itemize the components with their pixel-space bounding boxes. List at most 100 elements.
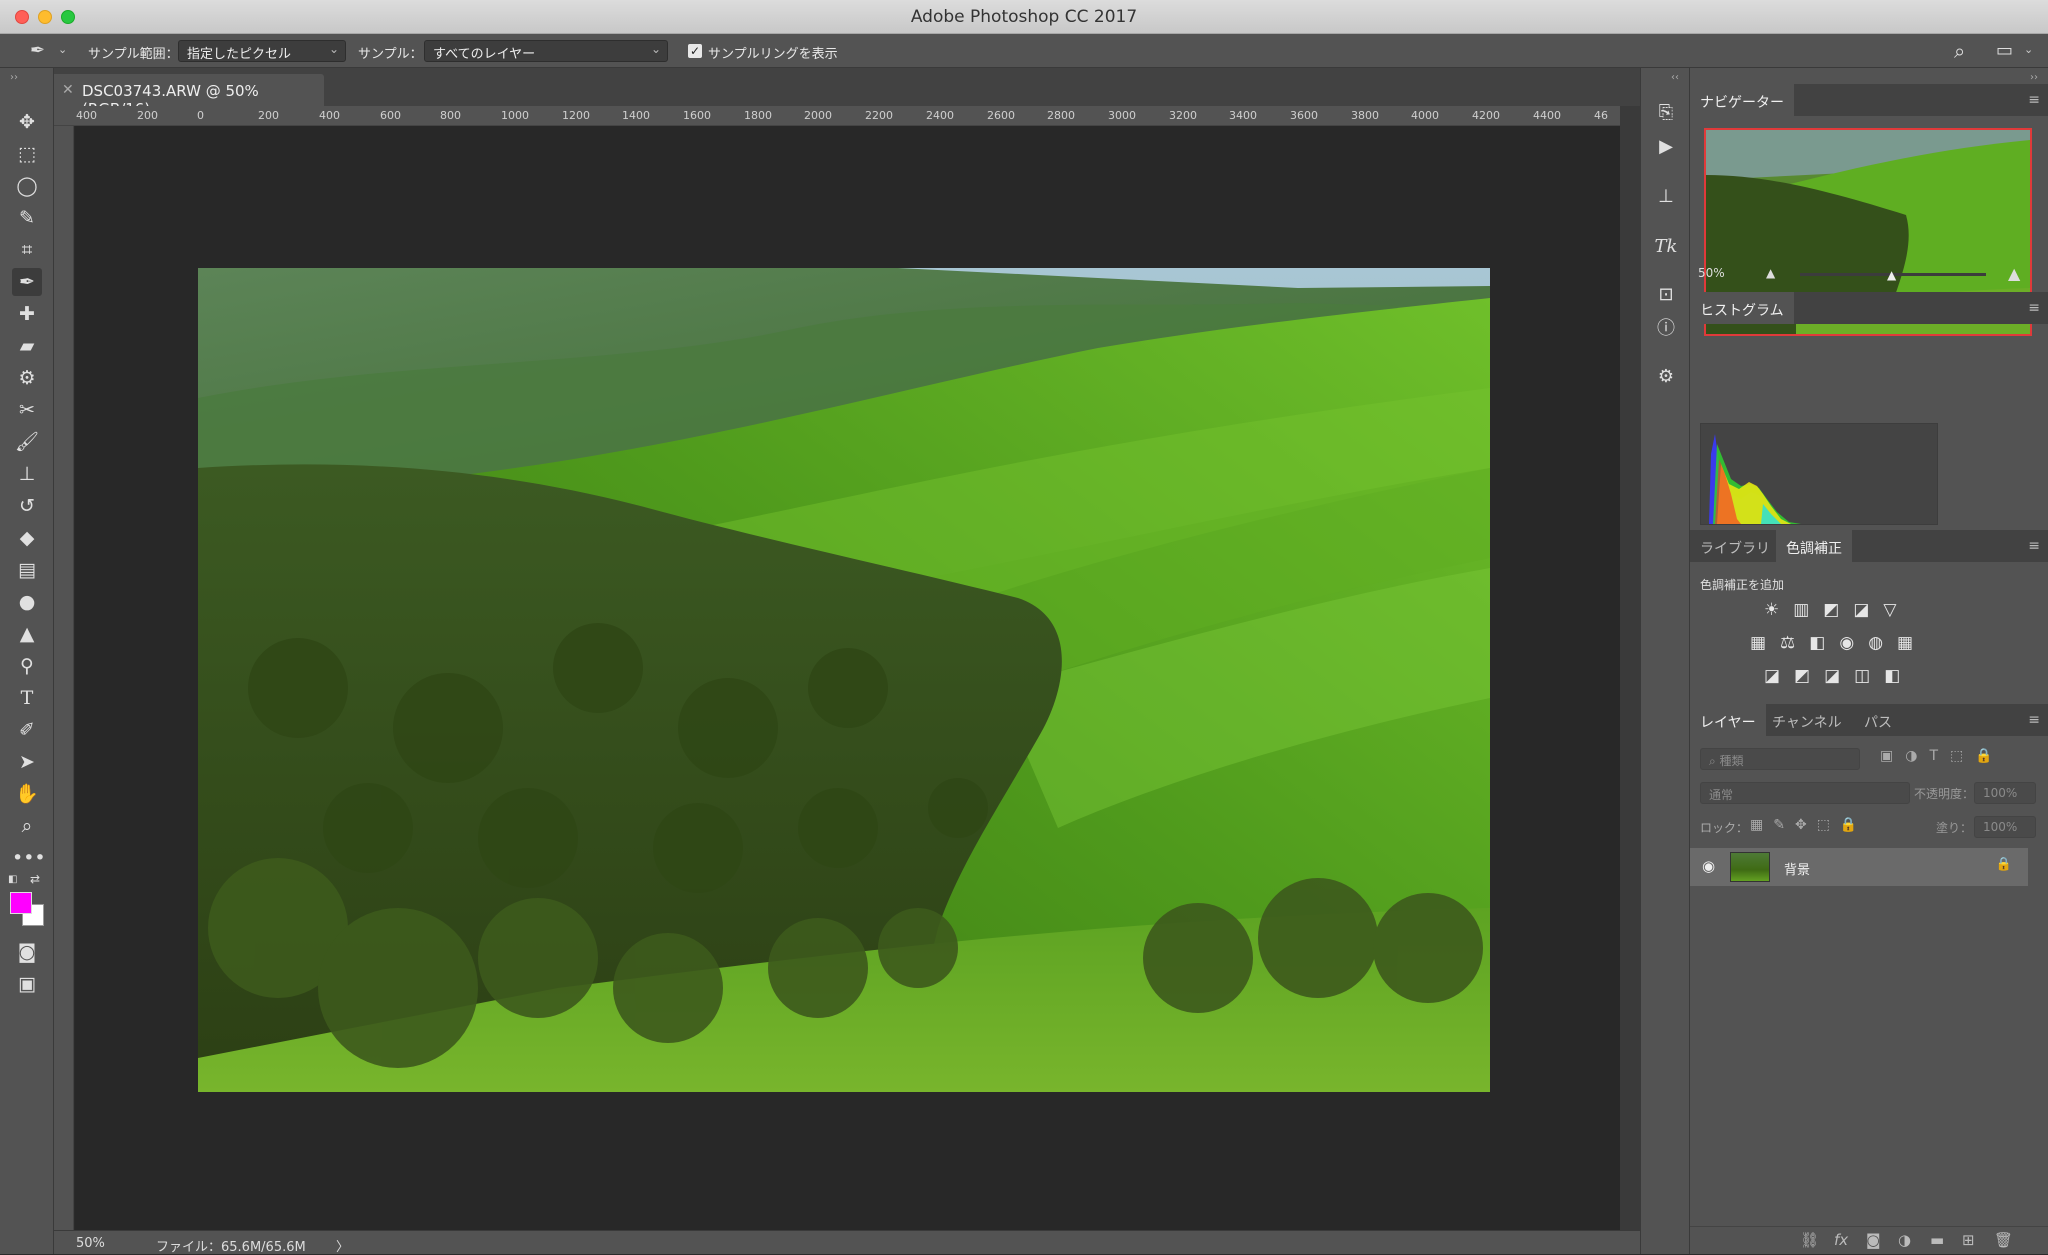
gradient-tool-icon[interactable]: ▤: [12, 556, 42, 584]
zoom-slider-handle[interactable]: ▲: [1887, 268, 1896, 282]
tab-library[interactable]: ライブラリ: [1690, 530, 1780, 562]
blur-tool-icon[interactable]: ●: [12, 588, 42, 616]
fill-input[interactable]: 100%: [1974, 816, 2036, 838]
blend-mode-select[interactable]: 通常: [1700, 782, 1910, 804]
navigator-zoom-value[interactable]: 50%: [1698, 266, 1725, 280]
actions-panel-icon[interactable]: ▶: [1653, 134, 1679, 160]
sample-select[interactable]: すべてのレイヤー ⌄: [424, 40, 668, 62]
path-selection-tool-icon[interactable]: ➤: [12, 748, 42, 776]
vertical-scrollbar[interactable]: [1620, 106, 1640, 1230]
type-tool-icon[interactable]: T: [12, 684, 42, 712]
sample-size-select[interactable]: 指定したピクセル ⌄: [178, 40, 346, 62]
info-panel-icon[interactable]: ⓘ: [1653, 316, 1679, 342]
healing-brush-tool-icon[interactable]: ✚: [12, 300, 42, 328]
lasso-tool-icon[interactable]: ◯: [12, 172, 42, 200]
hand-tool-icon[interactable]: ✋: [12, 780, 42, 808]
move-tool-icon[interactable]: ✥: [12, 108, 42, 136]
trash-icon[interactable]: 🗑: [1994, 1231, 2013, 1249]
panel-menu-icon[interactable]: ≡: [2028, 712, 2040, 728]
lock-options-icons[interactable]: ▦✎✥⬚🔒: [1750, 817, 1867, 833]
clone-stamp-tool-icon[interactable]: ⊥: [12, 460, 42, 488]
patch-tool-icon[interactable]: ⚙: [12, 364, 42, 392]
ruler-tick-label: 200: [137, 109, 158, 122]
eye-icon[interactable]: ◉: [1702, 857, 1715, 875]
link-layers-icon[interactable]: ⛓: [1800, 1231, 1819, 1249]
close-icon[interactable]: ✕: [62, 82, 74, 98]
layer-filter-select[interactable]: ⌕ 種類: [1700, 748, 1860, 770]
crop-tool-icon[interactable]: ⌗: [12, 236, 42, 264]
document-image[interactable]: [198, 268, 1490, 1092]
new-layer-icon[interactable]: ⊞: [1962, 1231, 1975, 1249]
panel-menu-icon[interactable]: ≡: [2028, 538, 2040, 554]
expand-panels-icon[interactable]: ››: [2030, 72, 2038, 83]
ruler-tick-label: 600: [380, 109, 401, 122]
eyedropper-tool-preset-icon[interactable]: ✒: [30, 40, 45, 61]
device-preview-icon[interactable]: ⊡: [1653, 282, 1679, 308]
horizontal-ruler[interactable]: 400 200 0 200 400 600 800 1000 1200 1400 1600 1800 2…: [54, 106, 1640, 126]
zoom-tool-icon[interactable]: ⌕: [12, 812, 42, 840]
status-menu-arrow[interactable]: 〉: [336, 1236, 349, 1255]
canvas-area[interactable]: [75, 126, 1620, 1230]
brush-tool-icon[interactable]: 🖌: [12, 428, 42, 456]
histogram-graph: [1700, 423, 1938, 525]
zoom-in-icon[interactable]: ▲: [2008, 264, 2020, 283]
zoom-out-icon[interactable]: ▲: [1766, 266, 1775, 280]
fx-icon[interactable]: fx: [1834, 1231, 1848, 1249]
expand-toolbar-icon[interactable]: ››: [10, 72, 18, 83]
document-tab[interactable]: ✕ DSC03743.ARW @ 50% (RGB/16): [54, 74, 324, 118]
eraser-tool-icon[interactable]: ◆: [12, 524, 42, 552]
ruler-tick-label: 1000: [501, 109, 529, 122]
adjustment-layer-icon[interactable]: ◑: [1898, 1231, 1911, 1249]
ruler-tick-label: 4200: [1472, 109, 1500, 122]
bandage-tool-icon[interactable]: ▰: [12, 332, 42, 360]
tab-histogram[interactable]: ヒストグラム: [1690, 292, 1794, 324]
panel-menu-icon[interactable]: ≡: [2028, 300, 2040, 316]
tab-adjustments[interactable]: 色調補正: [1776, 530, 1852, 562]
workspace-icon[interactable]: ▭: [1996, 40, 2013, 61]
foreground-color-swatch[interactable]: [10, 892, 32, 914]
ruler-tick-label: 400: [76, 109, 97, 122]
more-tools-icon[interactable]: •••: [12, 844, 46, 872]
collapse-dock-icon[interactable]: ‹‹: [1671, 72, 1679, 83]
folder-icon[interactable]: ▬: [1930, 1231, 1944, 1249]
vertical-ruler[interactable]: [54, 126, 74, 1230]
status-zoom[interactable]: 50%: [76, 1236, 105, 1251]
lock-label: ロック：: [1700, 821, 1749, 835]
tab-navigator[interactable]: ナビゲーター: [1690, 84, 1794, 116]
tab-layers[interactable]: レイヤー: [1690, 704, 1766, 736]
layer-filter-icons[interactable]: ▣◑T⬚🔒: [1880, 748, 2005, 764]
show-sampling-ring-checkbox[interactable]: ✓: [688, 44, 702, 58]
panel-menu-icon[interactable]: ≡: [2028, 92, 2040, 108]
history-brush-tool-icon[interactable]: ↺: [12, 492, 42, 520]
search-icon[interactable]: ⌕: [1954, 39, 1965, 63]
add-adjustment-label: 色調補正を追加: [1700, 578, 1785, 592]
layer-row-background[interactable]: ◉ 背景 🔒: [1690, 848, 2028, 886]
sharpen-tool-icon[interactable]: ▲: [12, 620, 42, 648]
add-mask-icon[interactable]: ◙: [1866, 1231, 1881, 1249]
default-colors-icon[interactable]: ◧: [8, 874, 17, 885]
layer-thumbnail: [1730, 852, 1770, 882]
chevron-down-icon[interactable]: ⌄: [2024, 43, 2033, 56]
tab-paths[interactable]: パス: [1854, 704, 1902, 736]
tab-channels[interactable]: チャンネル: [1762, 704, 1852, 736]
opacity-input[interactable]: 100%: [1974, 782, 2036, 804]
eyedropper-tool-icon[interactable]: ✒: [12, 268, 42, 296]
dodge-tool-icon[interactable]: ⚲: [12, 652, 42, 680]
adjustment-icons-row-3[interactable]: ◪◩◪◫◧: [1764, 666, 1914, 686]
adjustment-icons-row-1[interactable]: ☀▥◩◪▽: [1764, 600, 1911, 620]
ruler-tick-label: 2000: [804, 109, 832, 122]
marquee-tool-icon[interactable]: ⬚: [12, 140, 42, 168]
screen-mode-icon[interactable]: ▣: [12, 970, 42, 998]
chevron-down-icon[interactable]: ⌄: [58, 43, 67, 56]
adjustment-icons-row-2[interactable]: ▦⚖◧◉◍▦: [1750, 633, 1927, 653]
pen-tool-icon[interactable]: ✐: [12, 716, 42, 744]
quick-selection-tool-icon[interactable]: ✎: [12, 204, 42, 232]
quick-mask-icon[interactable]: ◙: [12, 938, 42, 966]
ruler-tick-label: 2600: [987, 109, 1015, 122]
swap-colors-icon[interactable]: ⇄: [30, 872, 40, 886]
character-panel-icon[interactable]: Tk: [1653, 234, 1679, 260]
scissors-tool-icon[interactable]: ✂: [12, 396, 42, 424]
properties-panel-icon[interactable]: ⚙: [1653, 364, 1679, 390]
history-panel-icon[interactable]: ⎘: [1653, 100, 1679, 126]
clone-source-panel-icon[interactable]: ⊥: [1653, 184, 1679, 210]
